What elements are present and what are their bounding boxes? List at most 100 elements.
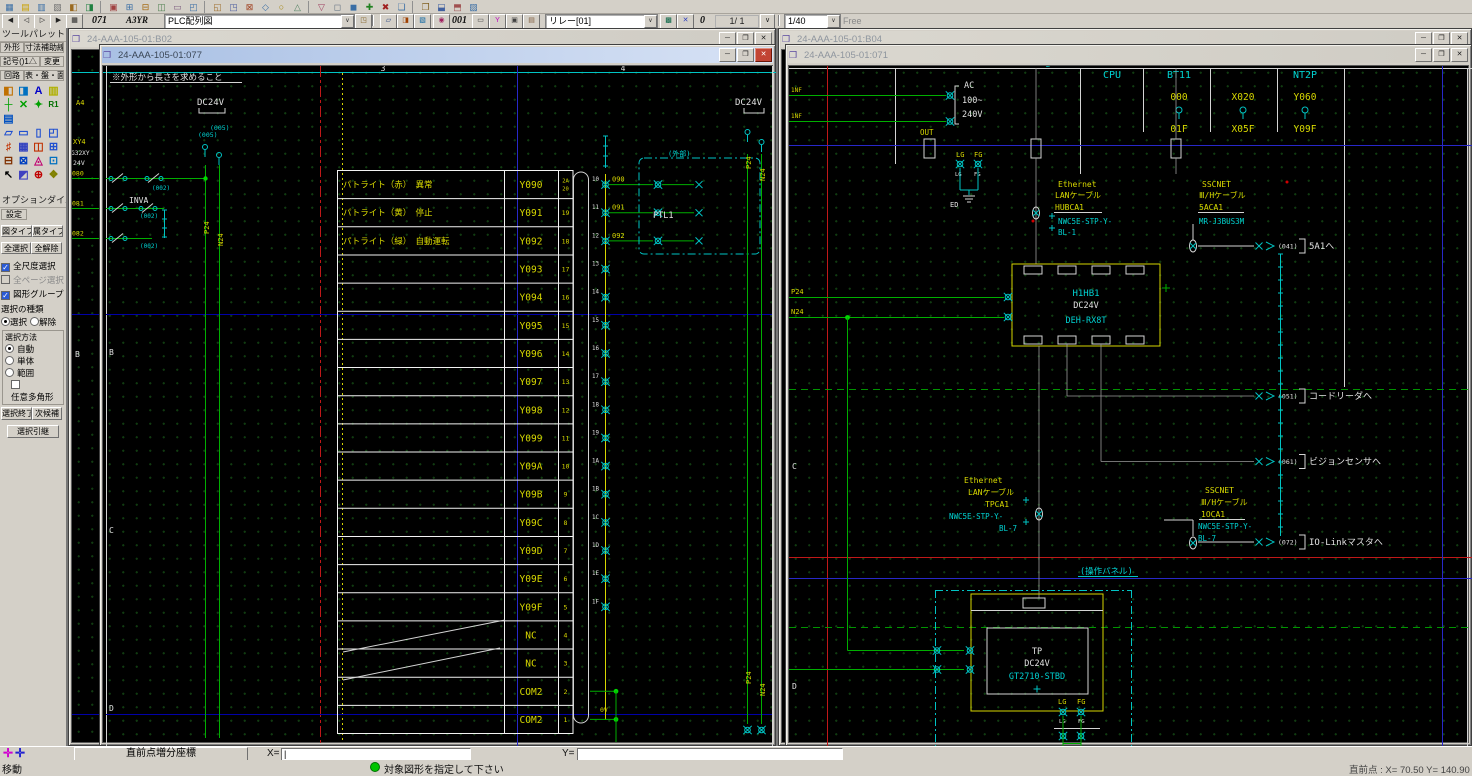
palette-tool-icon[interactable]: ▤ <box>1 112 16 126</box>
drawing-area-077[interactable]: 3 4 B C D ※外形から長さを求めること DC24V (005) (005) P24 N24 I… <box>102 65 776 746</box>
palette-tool-icon[interactable]: ▯ <box>31 126 46 140</box>
toolbar-icon[interactable]: ⊠ <box>242 1 257 13</box>
toolbar-icon[interactable]: ▤ <box>18 1 33 13</box>
palette-tool-icon[interactable]: ⊠ <box>16 154 31 168</box>
scale-combo[interactable]: 1/40 ∨ <box>784 14 841 29</box>
options-panel-header[interactable]: オプションダイ.. ✕ ▫ <box>0 194 66 208</box>
snap-cross-icon[interactable]: ✛ <box>3 746 13 760</box>
drawing-canvas[interactable]: 2 C D CPU BT11 NT2P 000 01F X020 X05F Y060 Y09F 1NF 1… <box>789 66 1472 746</box>
inherit-selection-button[interactable]: 選択引継 <box>7 425 59 438</box>
toolbar-icon[interactable]: ✕ <box>677 14 694 29</box>
toolbar-icon[interactable]: Y <box>489 14 506 29</box>
maximize-button[interactable]: ❐ <box>1433 48 1450 62</box>
checkbox-figure-group[interactable]: ✓ <box>1 291 10 300</box>
radio-range[interactable] <box>5 368 14 377</box>
palette-tool-icon[interactable]: ◰ <box>46 126 61 140</box>
toolbar-icon[interactable]: ◳ <box>226 1 241 13</box>
drawing-canvas[interactable]: 3 4BCD※外形から長さを求めることDC24V(005)(005)P24N24I… <box>103 66 776 746</box>
checkbox-all-pages[interactable] <box>1 275 10 284</box>
toolbar-icon[interactable]: ❏ <box>394 1 409 13</box>
toolbar-icon[interactable]: ⊟ <box>138 1 153 13</box>
tab-dimension-helper[interactable]: 寸法補助線 <box>24 42 64 53</box>
toolbar-icon[interactable]: ❐ <box>418 1 433 13</box>
radio-single[interactable] <box>5 356 14 365</box>
toolbar-icon[interactable]: ▥ <box>34 1 49 13</box>
toolbar-icon[interactable]: ◧ <box>66 1 81 13</box>
window-left-inner[interactable]: ❒ 24-AAA-105-01:077 ─ ❐ ✕ 3 4 B C D ※外形から長さを求… <box>99 44 776 746</box>
palette-tool-icon[interactable]: ┼ <box>1 98 16 112</box>
palette-tool-icon[interactable]: ✦ <box>31 98 46 112</box>
toolbar-icon[interactable]: ✚ <box>362 1 377 13</box>
maximize-button[interactable]: ❐ <box>737 48 754 62</box>
deselect-all-button[interactable]: 全解除 <box>31 242 62 254</box>
drawing-area-071[interactable]: 2 C D CPU BT11 NT2P 000 01F X020 X05F Y060 Y09F 1NF 1… <box>788 65 1472 746</box>
sheet-nav-icon[interactable]: ▷ <box>34 14 51 29</box>
toolbar-icon[interactable]: ⬒ <box>450 1 465 13</box>
toolbar-icon[interactable]: ▧ <box>50 1 65 13</box>
palette-tool-icon[interactable]: ▱ <box>1 126 16 140</box>
toolbar-icon[interactable]: ○ <box>274 1 289 13</box>
toolbar-icon[interactable]: ▭ <box>170 1 185 13</box>
window-right-inner[interactable]: ❒ 24-AAA-105-01:071 ─ ❐ ✕ 2 C D CPU BT11 NT2P… <box>785 44 1472 746</box>
toolbar-icon[interactable]: ◨ <box>397 14 414 29</box>
tab-symbol[interactable]: 記号()1△ <box>0 56 40 67</box>
select-all-button[interactable]: 全選択 <box>1 242 31 254</box>
palette-tool-icon[interactable]: A <box>31 84 46 98</box>
titlebar[interactable]: ❒ 24-AAA-105-01:077 ─ ❐ ✕ <box>102 47 773 63</box>
radio-select[interactable] <box>1 317 10 326</box>
sheet-nav-icon[interactable]: ▶ <box>50 14 67 29</box>
toolbar-icon[interactable]: ▭ <box>472 14 489 29</box>
palette-tool-icon[interactable]: ▦ <box>16 140 31 154</box>
end-selection-button[interactable]: 選択終了 <box>1 407 32 420</box>
toolbar-icon[interactable]: ✖ <box>378 1 393 13</box>
checkbox-polygon[interactable] <box>11 380 20 389</box>
toolbar-icon[interactable]: ▤ <box>523 14 540 29</box>
toolbar-icon[interactable]: ▧ <box>414 14 431 29</box>
palette-tool-icon[interactable]: R1 <box>46 98 61 112</box>
toolbar-icon[interactable]: ▣ <box>506 14 523 29</box>
toolbar-icon[interactable]: ▣ <box>106 1 121 13</box>
tab-settings[interactable]: 設定 <box>1 209 27 220</box>
toolbar-icon[interactable]: ▦ <box>2 1 17 13</box>
palette-tool-icon[interactable]: ◬ <box>31 154 46 168</box>
tab-board[interactable]: 表・盤・面 <box>24 70 64 81</box>
toolbar-icon[interactable]: ◳ <box>355 14 372 29</box>
sheet-name-combo[interactable]: PLC配列図 ∨ <box>164 14 355 29</box>
palette-tool-icon[interactable]: ⊞ <box>46 140 61 154</box>
toolbar-icon[interactable]: ◻ <box>330 1 345 13</box>
grid-cross-icon[interactable]: ✛ <box>15 746 25 760</box>
toolbar-icon[interactable]: ◨ <box>82 1 97 13</box>
toolbar-icon[interactable]: ◱ <box>210 1 225 13</box>
figure-type-button[interactable]: 図タイプ <box>1 225 32 237</box>
palette-tool-icon[interactable]: ▭ <box>16 126 31 140</box>
toolbar-icon[interactable]: ◰ <box>186 1 201 13</box>
palette-tool-icon[interactable]: ◧ <box>1 84 16 98</box>
close-button[interactable]: ✕ <box>1451 48 1468 62</box>
minimize-button[interactable]: ─ <box>719 48 736 62</box>
palette-tool-icon[interactable]: ⊡ <box>46 154 61 168</box>
chevron-down-icon[interactable]: ∨ <box>644 15 657 28</box>
palette-tool-icon[interactable]: ◩ <box>16 168 31 182</box>
chevron-down-icon[interactable]: ∨ <box>827 15 840 28</box>
toolbar-icon[interactable]: ⊞ <box>122 1 137 13</box>
palette-tool-icon[interactable]: ◫ <box>31 140 46 154</box>
tab-circuit[interactable]: 回路 <box>0 70 24 81</box>
toolbar-icon[interactable]: ◇ <box>258 1 273 13</box>
relay-combo[interactable]: リレー[01] ∨ <box>545 14 658 29</box>
palette-tool-icon[interactable]: ✕ <box>16 98 31 112</box>
chevron-down-icon[interactable]: ∨ <box>341 15 354 28</box>
checkbox-full-scale[interactable]: ✓ <box>1 263 10 272</box>
radio-clear[interactable] <box>30 317 40 326</box>
palette-tool-icon[interactable]: ↖ <box>1 168 16 182</box>
toolbar-icon[interactable]: ▽ <box>314 1 329 13</box>
palette-tool-icon[interactable]: ◨ <box>16 84 31 98</box>
toolbar-icon[interactable]: ▨ <box>466 1 481 13</box>
attr-type-button[interactable]: 属タイプ <box>32 225 63 237</box>
tab-outline[interactable]: 外形 <box>0 42 24 53</box>
sheet-nav-icon[interactable]: ▦ <box>66 14 83 29</box>
sheet-nav-icon[interactable]: ◀ <box>2 14 19 29</box>
minimize-button[interactable]: ─ <box>1415 48 1432 62</box>
next-candidate-button[interactable]: 次候補 <box>32 407 62 420</box>
toolbar-icon[interactable]: ⬓ <box>434 1 449 13</box>
sheet-nav-icon[interactable]: ◁ <box>18 14 35 29</box>
